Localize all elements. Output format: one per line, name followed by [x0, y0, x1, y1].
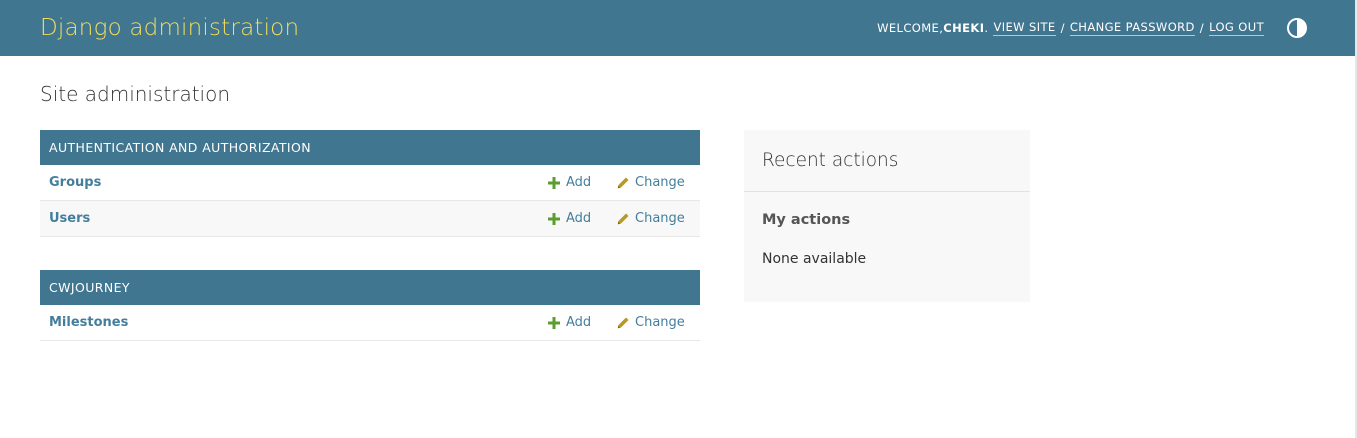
recent-actions-title: Recent actions — [762, 150, 899, 171]
module-caption[interactable]: CWJOURNEY — [40, 270, 700, 305]
add-link-milestones[interactable]: Add — [548, 315, 591, 330]
page-title: Site administration — [40, 82, 231, 106]
change-label: Change — [635, 315, 685, 330]
change-link-milestones[interactable]: Change — [617, 315, 685, 330]
change-link-users[interactable]: Change — [617, 211, 685, 226]
my-actions-heading: My actions — [762, 212, 851, 228]
add-label: Add — [566, 315, 592, 330]
add-link-groups[interactable]: Add — [548, 175, 591, 190]
change-password-link[interactable]: CHANGE PASSWORD — [1069, 20, 1195, 36]
model-link-groups[interactable]: Groups — [49, 175, 101, 190]
plus-icon — [548, 316, 560, 329]
model-link-milestones[interactable]: Milestones — [49, 315, 128, 330]
divider — [744, 191, 1030, 192]
pencil-icon — [617, 177, 629, 188]
model-row-users: Users Add Change — [40, 201, 700, 237]
welcome-text: WELCOME, — [877, 21, 944, 35]
username: CHEKI — [943, 21, 985, 35]
view-site-link[interactable]: VIEW SITE — [993, 20, 1056, 36]
header-bar: Django administration WELCOME, CHEKI . V… — [0, 0, 1355, 56]
module-caption[interactable]: AUTHENTICATION AND AUTHORIZATION — [40, 130, 700, 165]
plus-icon — [548, 176, 560, 189]
add-label: Add — [566, 175, 592, 190]
username-suffix: . — [984, 21, 989, 35]
user-tools: WELCOME, CHEKI . VIEW SITE / CHANGE PASS… — [877, 17, 1308, 39]
theme-toggle-icon[interactable] — [1286, 17, 1308, 39]
change-link-groups[interactable]: Change — [617, 175, 685, 190]
change-label: Change — [635, 211, 685, 226]
site-branding[interactable]: Django administration — [40, 15, 299, 41]
model-row-groups: Groups Add Change — [40, 165, 700, 201]
separator: / — [1199, 21, 1205, 35]
app-module-cwjourney: CWJOURNEY Milestones Add Change — [40, 270, 700, 341]
app-module-auth: AUTHENTICATION AND AUTHORIZATION Groups … — [40, 130, 700, 237]
pencil-icon — [617, 213, 629, 224]
recent-actions-panel: Recent actions My actions None available — [744, 130, 1030, 302]
add-label: Add — [566, 211, 592, 226]
separator: / — [1060, 21, 1065, 35]
pencil-icon — [617, 317, 629, 328]
empty-actions-text: None available — [762, 251, 867, 267]
model-link-users[interactable]: Users — [49, 211, 90, 226]
plus-icon — [548, 212, 560, 225]
change-label: Change — [635, 175, 685, 190]
add-link-users[interactable]: Add — [548, 211, 591, 226]
model-row-milestones: Milestones Add Change — [40, 305, 700, 341]
log-out-link[interactable]: LOG OUT — [1209, 20, 1264, 36]
